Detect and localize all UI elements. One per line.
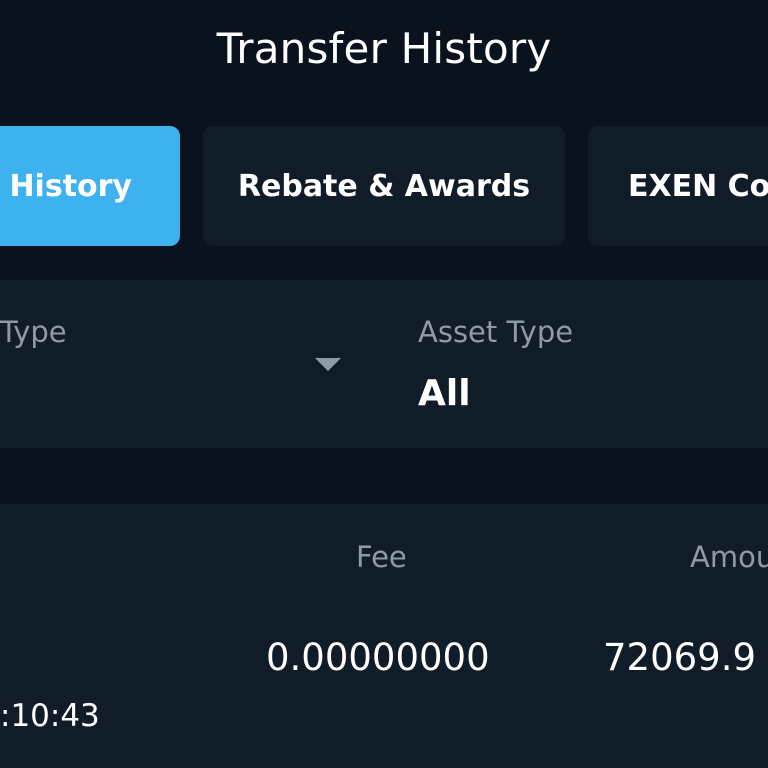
tab-label: EXEN Co <box>628 168 768 204</box>
tab-transfer-history[interactable]: r History <box>0 126 180 246</box>
transfer-history-screen: Transfer History r History Rebate & Awar… <box>0 0 768 768</box>
header-bar: Transfer History <box>0 0 768 100</box>
tab-label: r History <box>0 168 132 204</box>
transfer-record[interactable]: Fee Amou 0.00000000 72069.9 :10:43 <box>0 504 768 768</box>
page-title: Transfer History <box>216 23 552 73</box>
tab-exen[interactable]: EXEN Co <box>588 126 768 246</box>
chevron-down-icon <box>315 358 341 371</box>
tab-rebate-awards[interactable]: Rebate & Awards <box>203 126 565 246</box>
fee-column-header: Fee <box>356 540 407 574</box>
tab-label: Rebate & Awards <box>237 168 531 204</box>
asset-type-label: Asset Type <box>418 315 574 349</box>
transfer-time: :10:43 <box>0 698 100 734</box>
type-filter[interactable]: Type <box>0 280 380 448</box>
section-divider <box>0 448 768 504</box>
amount-value: 72069.9 <box>603 636 757 679</box>
amount-column-header: Amou <box>690 540 768 574</box>
type-filter-label: Type <box>0 315 67 349</box>
fee-value: 0.00000000 <box>266 636 490 679</box>
asset-type-filter[interactable]: Asset Type All <box>400 280 768 448</box>
asset-type-value: All <box>418 373 471 414</box>
